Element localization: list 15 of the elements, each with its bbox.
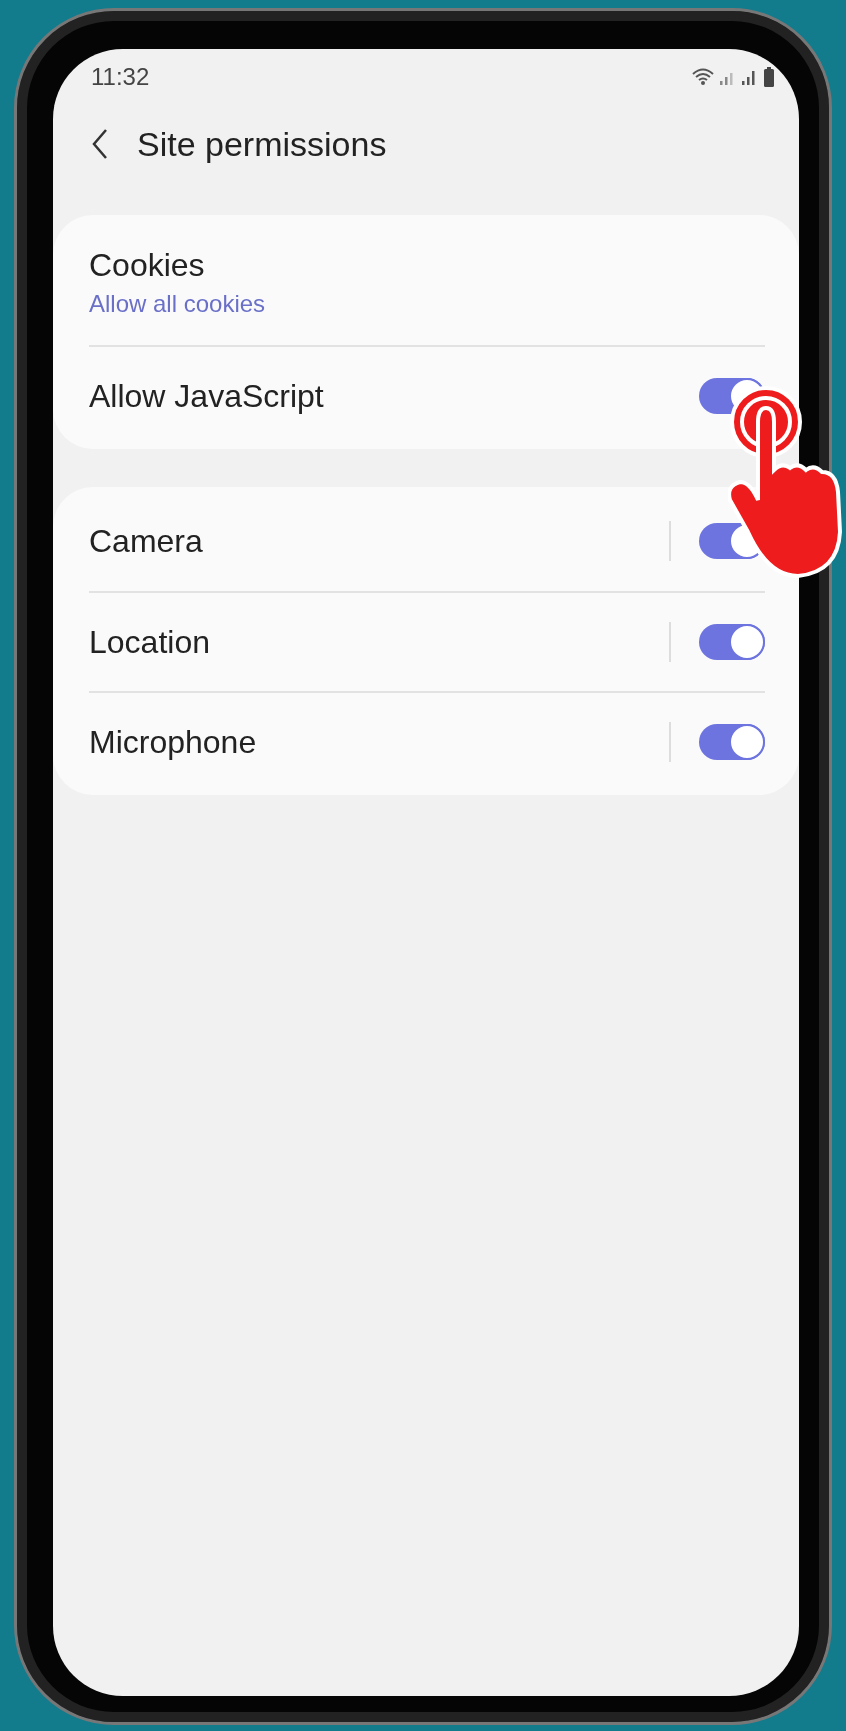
status-time: 11:32 bbox=[91, 63, 150, 91]
settings-row[interactable]: Cookies Allow all cookies bbox=[89, 219, 765, 345]
toggle-switch[interactable] bbox=[699, 624, 765, 660]
setting-title: Location bbox=[89, 623, 211, 661]
page-title: Site permissions bbox=[137, 124, 387, 164]
toggle-switch[interactable] bbox=[699, 724, 765, 760]
battery-icon bbox=[763, 67, 775, 87]
setting-title: Cookies bbox=[89, 246, 206, 284]
setting-title: Microphone bbox=[89, 723, 258, 761]
wifi-icon bbox=[691, 67, 715, 87]
setting-value: Allow all cookies bbox=[89, 289, 267, 318]
setting-title: Allow JavaScript bbox=[89, 377, 325, 415]
settings-row[interactable]: Microphone bbox=[89, 691, 765, 791]
setting-title: Camera bbox=[89, 522, 204, 560]
settings-row[interactable]: Location bbox=[89, 591, 765, 691]
